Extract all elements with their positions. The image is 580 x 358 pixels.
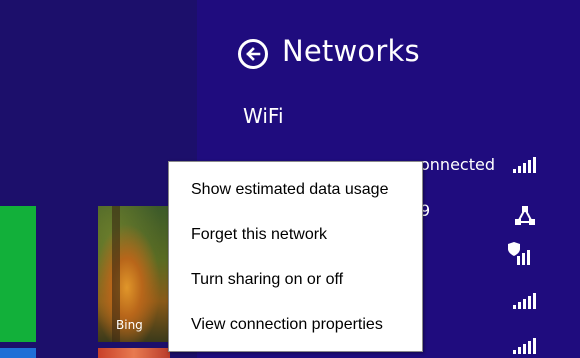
green-tile[interactable]: [0, 206, 36, 342]
menu-item-toggle-sharing[interactable]: Turn sharing on or off: [191, 271, 343, 289]
wifi-section-heading: WiFi: [243, 104, 284, 128]
menu-item-forget-network[interactable]: Forget this network: [191, 226, 327, 244]
network-context-menu: Show estimated data usage Forget this ne…: [168, 161, 423, 352]
charm-title: Networks: [282, 34, 420, 68]
menu-item-connection-properties[interactable]: View connection properties: [191, 316, 383, 334]
back-arrow-icon: [246, 47, 261, 61]
wifi-signal-icon: [513, 338, 536, 354]
bing-tile-label: Bing: [116, 318, 143, 332]
blue-tile[interactable]: [0, 348, 36, 358]
network-status-text: onnected: [420, 155, 495, 174]
bottom-tile[interactable]: [98, 348, 170, 358]
wifi-signal-icon: [513, 157, 536, 173]
back-button[interactable]: [238, 39, 268, 69]
wifi-signal-icon: [517, 250, 530, 265]
wifi-signal-icon: [513, 293, 536, 309]
network-nodes-icon: [515, 206, 535, 225]
menu-item-show-data-usage[interactable]: Show estimated data usage: [191, 181, 388, 199]
